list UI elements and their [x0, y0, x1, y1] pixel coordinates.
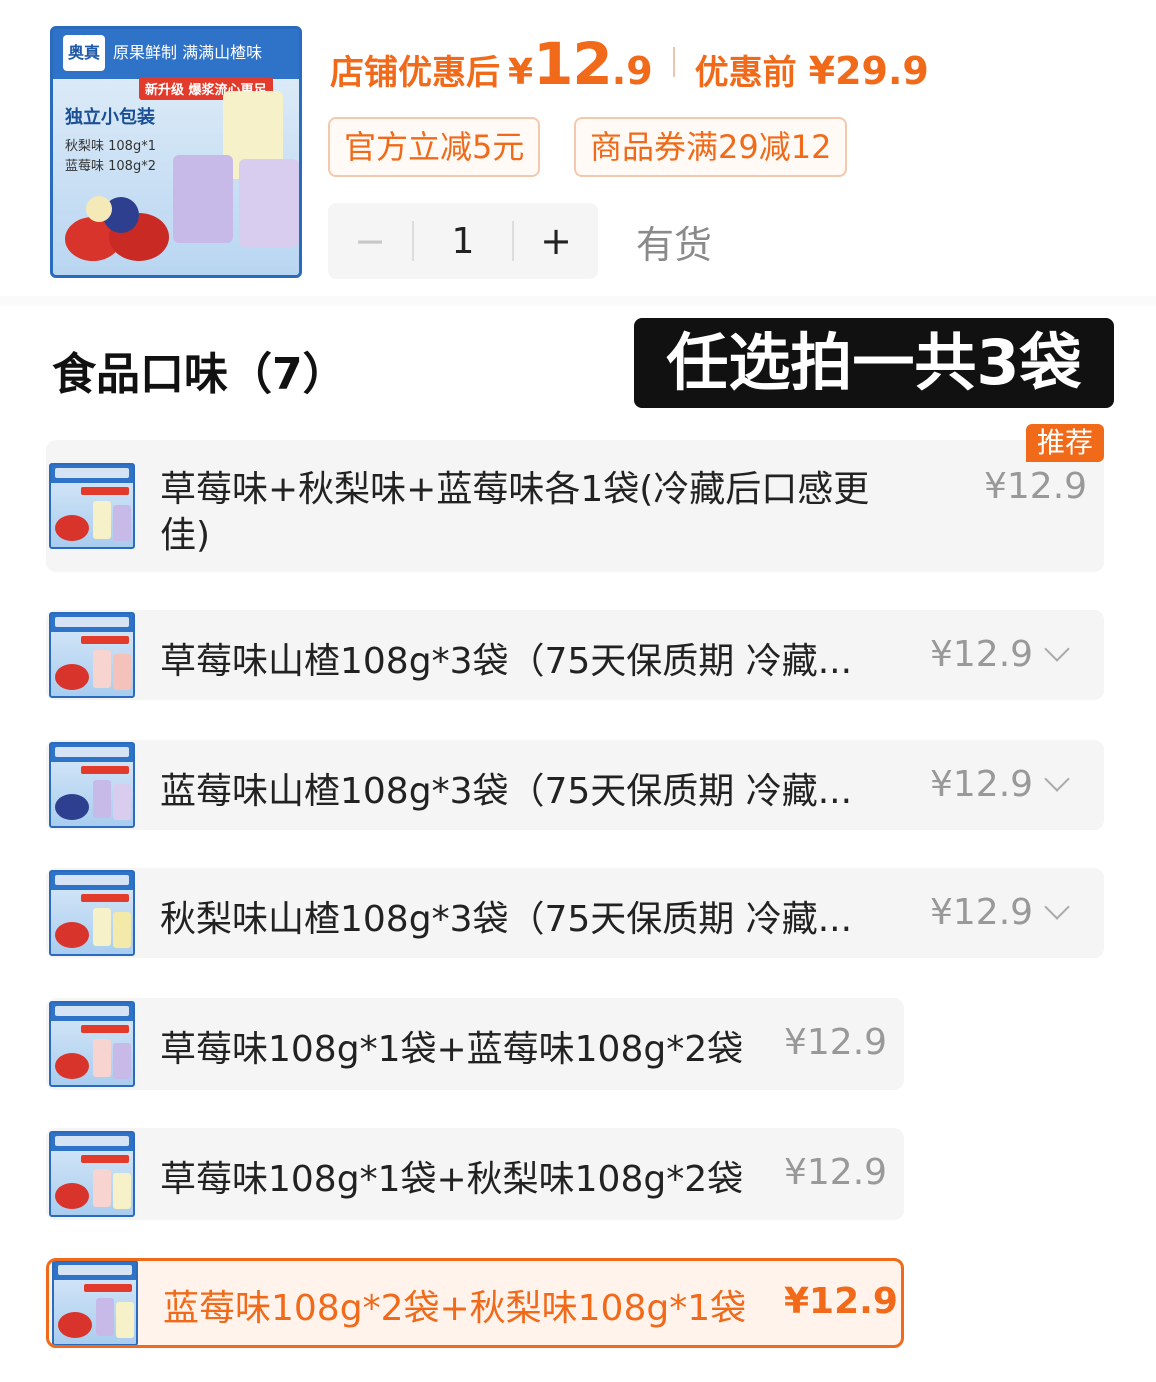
stock-status: 有货: [636, 223, 713, 267]
option-price: ¥12.9: [930, 892, 1034, 933]
product-image[interactable]: 奥真 原果鲜制 满满山楂味 新升级 爆浆流心更足 独立小包装 秋梨味 108g*…: [50, 26, 302, 278]
option-thumbnail: [49, 1131, 135, 1217]
price-after-label: 店铺优惠后: [330, 53, 500, 93]
chevron-down-icon[interactable]: [1044, 636, 1070, 662]
option-item[interactable]: 草莓味108g*1袋+蓝莓味108g*2袋 ¥12.9: [46, 998, 904, 1090]
quantity-plus-button[interactable]: +: [514, 203, 598, 279]
option-thumbnail: [49, 612, 135, 698]
option-price: ¥12.9: [930, 634, 1034, 675]
option-thumbnail: [49, 1001, 135, 1087]
pack-line-2: 蓝莓味 108g*2: [65, 159, 156, 174]
option-price: ¥12.9: [930, 764, 1034, 805]
option-item[interactable]: 草莓味108g*1袋+秋梨味108g*2袋 ¥12.9: [46, 1128, 904, 1220]
price-after-integer: 12: [533, 30, 613, 98]
option-label: 草莓味108g*1袋+蓝莓味108g*2袋: [160, 1029, 744, 1070]
blueberry-bag-image-2: [239, 159, 299, 247]
chevron-down-icon[interactable]: [1044, 766, 1070, 792]
price-currency: ¥: [508, 52, 534, 93]
option-label-line-2: 佳): [160, 515, 211, 556]
option-price: ¥12.9: [784, 1152, 888, 1193]
option-thumbnail: [52, 1261, 138, 1345]
coupon-official-discount[interactable]: 官方立减5元: [328, 117, 541, 177]
quantity-minus-button[interactable]: −: [328, 203, 412, 279]
price-after-decimal: .9: [611, 49, 653, 93]
brand-logo: 奥真: [63, 35, 105, 71]
section-divider: [0, 296, 1156, 306]
option-price: ¥12.9: [784, 1022, 888, 1063]
recommend-badge: 推荐: [1026, 424, 1104, 462]
option-label: 草莓味108g*1袋+秋梨味108g*2袋: [160, 1159, 744, 1200]
pack-line-1: 秋梨味 108g*1: [65, 139, 156, 154]
quantity-value[interactable]: 1: [414, 221, 512, 262]
option-label-line-1: 草莓味+秋梨味+蓝莓味各1袋(冷藏后口感更: [160, 469, 870, 510]
pack-title: 独立小包装: [65, 107, 155, 128]
option-thumbnail: [49, 870, 135, 956]
price-before-value: ¥29.9: [808, 49, 929, 93]
price-divider: [672, 47, 675, 77]
fruit-illustration: [65, 196, 169, 261]
blueberry-bag-image: [173, 155, 233, 243]
option-item-selected[interactable]: 蓝莓味108g*2袋+秋梨味108g*1袋 ¥12.9: [46, 1258, 904, 1348]
option-thumbnail: [49, 742, 135, 828]
option-item[interactable]: 蓝莓味山楂108g*3袋（75天保质期 冷藏... ¥12.9: [46, 740, 1104, 830]
price-before-label: 优惠前: [694, 53, 797, 93]
option-label: 草莓味山楂108g*3袋（75天保质期 冷藏...: [160, 641, 853, 682]
option-item[interactable]: 草莓味山楂108g*3袋（75天保质期 冷藏... ¥12.9: [46, 610, 1104, 700]
option-thumbnail: [49, 463, 135, 549]
coupon-product-voucher[interactable]: 商品券满29减12: [574, 117, 848, 177]
option-item[interactable]: 草莓味+秋梨味+蓝莓味各1袋(冷藏后口感更 佳) ¥12.9: [46, 440, 1104, 572]
option-price: ¥12.9: [984, 466, 1088, 507]
option-label: 蓝莓味108g*2袋+秋梨味108g*1袋: [163, 1288, 747, 1329]
promo-banner: 任选拍一共3袋: [634, 318, 1114, 408]
chevron-down-icon[interactable]: [1044, 894, 1070, 920]
option-item[interactable]: 秋梨味山楂108g*3袋（75天保质期 冷藏... ¥12.9: [46, 868, 1104, 958]
option-label: 蓝莓味山楂108g*3袋（75天保质期 冷藏...: [160, 771, 853, 812]
flavor-section-title: 食品口味（7）: [52, 349, 347, 400]
product-tagline: 原果鲜制 满满山楂味: [113, 43, 263, 62]
option-label: 秋梨味山楂108g*3袋（75天保质期 冷藏...: [160, 899, 853, 940]
price-row: 店铺优惠后 ¥ 12 .9 优惠前 ¥29.9: [330, 30, 929, 98]
quantity-stepper: − 1 +: [328, 203, 598, 279]
option-price: ¥12.9: [784, 1281, 898, 1322]
